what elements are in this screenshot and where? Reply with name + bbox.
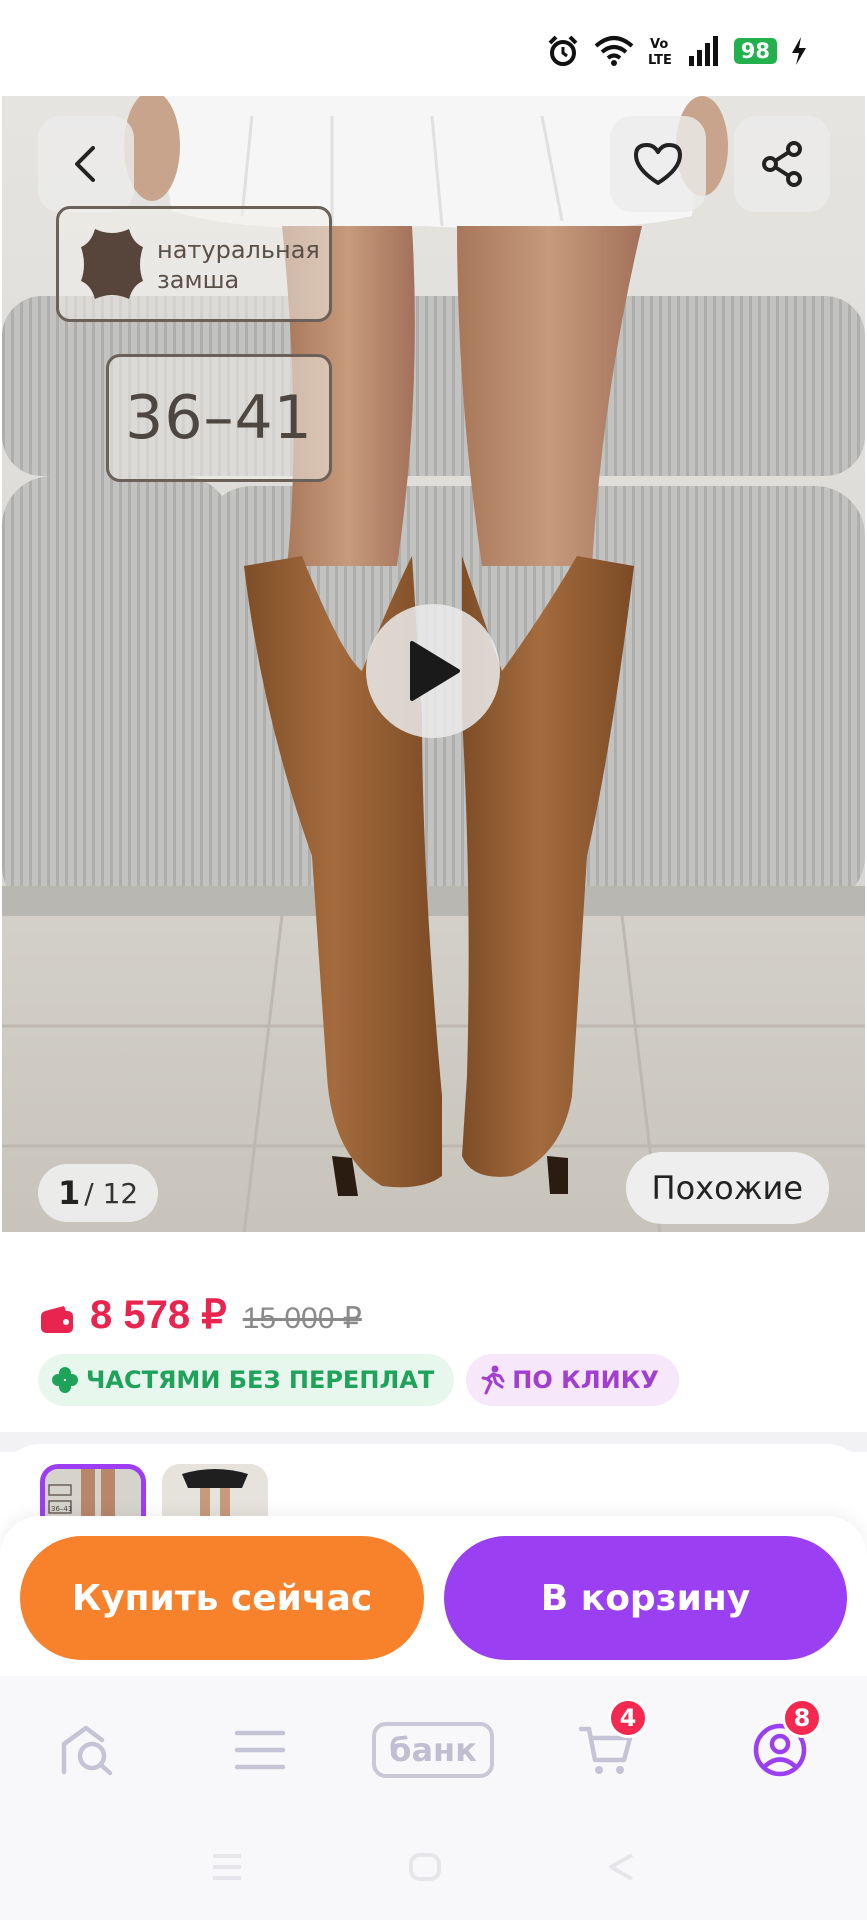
image-counter-total: / 12: [84, 1176, 139, 1210]
leather-icon: [81, 229, 143, 299]
old-price: 15 000 ₽: [242, 1302, 362, 1335]
tab-home[interactable]: [48, 1712, 128, 1788]
size-range-feature: 36–41: [106, 354, 332, 482]
bank-label: банк: [372, 1722, 494, 1778]
svg-text:Vo: Vo: [650, 37, 668, 52]
material-feature: натуральная замша: [56, 206, 332, 322]
variant-thumbnail[interactable]: [162, 1464, 268, 1524]
running-person-icon: [481, 1365, 505, 1395]
installment-label: ЧАСТЯМИ БЕЗ ПЕРЕПЛАТ: [86, 1366, 435, 1394]
bottom-tab-bar: банк 4 8: [0, 1676, 867, 1816]
home-search-icon: [61, 1725, 113, 1776]
badges: ЧАСТЯМИ БЕЗ ПЕРЕПЛАТ ПО КЛИКУ: [38, 1354, 679, 1406]
menu-icon: [234, 1730, 286, 1770]
material-label: натуральная замша: [157, 236, 320, 294]
svg-text:LTE: LTE: [648, 53, 672, 67]
wallet-icon: [41, 1306, 73, 1333]
tab-profile[interactable]: 8: [740, 1698, 822, 1788]
image-counter: 1 / 12: [38, 1164, 159, 1222]
clover-icon: [52, 1367, 78, 1393]
installment-badge[interactable]: ЧАСТЯМИ БЕЗ ПЕРЕПЛАТ: [38, 1354, 455, 1406]
buy-now-button[interactable]: Купить сейчас: [20, 1536, 424, 1660]
one-click-badge[interactable]: ПО КЛИКУ: [466, 1354, 679, 1406]
status-icons: Vo LTE 98: [546, 34, 807, 68]
similar-button[interactable]: Похожие: [625, 1152, 829, 1224]
image-counter-current: 1: [58, 1174, 81, 1212]
home-nav-icon[interactable]: [408, 1852, 442, 1882]
profile-badge: 8: [782, 1698, 822, 1738]
system-navigation-bar: [0, 1816, 867, 1920]
play-icon: [410, 641, 460, 701]
favorite-button[interactable]: [610, 116, 706, 212]
signal-icon: [688, 36, 718, 66]
share-icon: [762, 141, 802, 187]
variant-thumbnail-selected[interactable]: 36–41: [40, 1464, 146, 1524]
back-button[interactable]: [38, 116, 134, 212]
tab-cart[interactable]: 4: [566, 1698, 648, 1788]
share-button[interactable]: [734, 116, 830, 212]
volte-icon: Vo LTE: [648, 37, 672, 67]
variant-thumbnails: 36–41: [0, 1444, 867, 1524]
size-range-label: 36–41: [125, 383, 313, 453]
play-video-button[interactable]: [366, 604, 500, 738]
heart-icon: [634, 143, 682, 185]
tab-catalog[interactable]: [220, 1712, 300, 1788]
svg-text:36–41: 36–41: [51, 1505, 72, 1513]
one-click-label: ПО КЛИКУ: [512, 1366, 659, 1394]
cart-badge: 4: [608, 1698, 648, 1738]
price-row: 8 578 ₽ 15 000 ₽: [40, 1292, 362, 1338]
charging-icon: [792, 37, 806, 65]
tab-bank[interactable]: банк: [372, 1712, 494, 1788]
price-card: 8 578 ₽ 15 000 ₽ ЧАСТЯМИ БЕЗ ПЕРЕПЛАТ ПО…: [0, 1232, 867, 1432]
battery-level: 98: [733, 38, 777, 64]
recent-apps-icon[interactable]: [210, 1852, 244, 1882]
wifi-icon: [594, 36, 634, 66]
status-bar: Vo LTE 98: [0, 0, 867, 96]
product-gallery[interactable]: натуральная замша 36–41 1 / 12 Похожие: [2, 96, 865, 1251]
chevron-left-icon: [75, 146, 95, 182]
thumbnail-image: [162, 1464, 268, 1524]
current-price: 8 578 ₽: [90, 1293, 227, 1337]
alarm-icon: [548, 35, 578, 66]
purchase-actions: Купить сейчас В корзину: [0, 1516, 867, 1676]
add-to-cart-button[interactable]: В корзину: [444, 1536, 847, 1660]
back-nav-icon[interactable]: [606, 1852, 636, 1882]
